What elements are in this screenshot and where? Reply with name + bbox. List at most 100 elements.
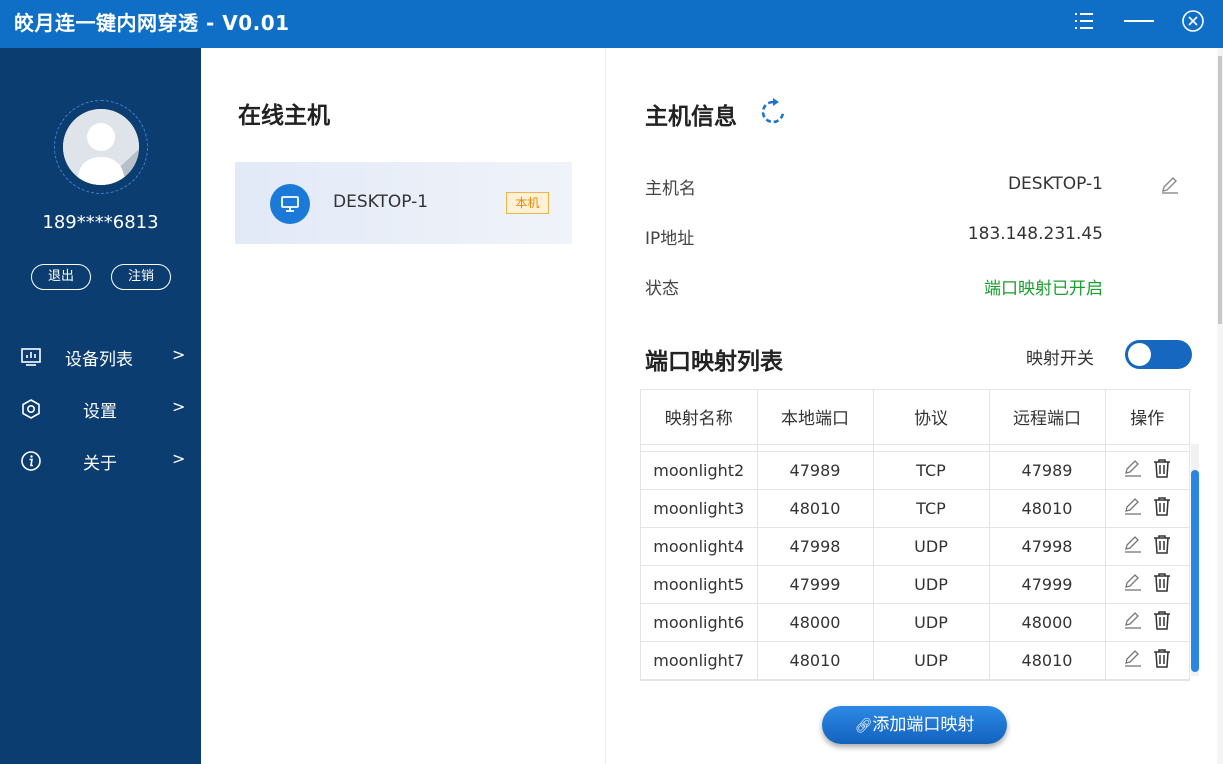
trash-icon[interactable] xyxy=(1153,496,1171,520)
table-row: moonlight7 48010 UDP 48010 xyxy=(641,641,1189,680)
sidebar-item-label: 设置 xyxy=(83,402,117,422)
mapping-name-cell: moonlight6 xyxy=(641,603,758,642)
table-row: moonlight2 47989 TCP 47989 xyxy=(641,451,1189,490)
actions-cell xyxy=(1105,451,1189,490)
avatar-ring xyxy=(54,100,148,194)
user-phone: 189****6813 xyxy=(42,212,159,233)
avatar[interactable] xyxy=(63,109,139,185)
sidebar-item-about[interactable]: 关于 > xyxy=(0,440,201,480)
title-bar: 皎月连一键内网穿透 - V0.01 xyxy=(0,0,1223,48)
actions-cell xyxy=(1105,527,1189,566)
remote-port-cell: 48010 xyxy=(989,641,1106,680)
mapping-name-cell: moonlight7 xyxy=(641,641,758,680)
edit-icon[interactable] xyxy=(1123,458,1143,482)
protocol-cell: UDP xyxy=(873,641,990,680)
add-port-mapping-button[interactable]: 🔗︎添加端口映射 xyxy=(822,706,1007,744)
edit-icon[interactable] xyxy=(1123,648,1143,672)
menu-icon[interactable] xyxy=(1069,6,1099,36)
local-port-cell: 47989 xyxy=(757,451,874,490)
hostname-label: 主机名 xyxy=(645,179,696,199)
link-icon: 🔗︎ xyxy=(854,718,873,734)
local-port-cell: 48000 xyxy=(757,603,874,642)
deregister-button[interactable]: 注销 xyxy=(111,264,171,290)
remote-port-cell: 48010 xyxy=(989,489,1106,528)
window-scrollbar[interactable] xyxy=(1217,48,1223,764)
status-value: 端口映射已开启 xyxy=(984,279,1103,299)
protocol-cell: TCP xyxy=(873,451,990,490)
host-info-title: 主机信息 xyxy=(645,104,737,130)
toggle-knob xyxy=(1128,343,1151,366)
actions-cell xyxy=(1105,641,1189,680)
trash-icon[interactable] xyxy=(1153,648,1171,672)
monitor-icon xyxy=(270,184,310,224)
refresh-icon[interactable] xyxy=(759,98,787,130)
trash-icon[interactable] xyxy=(1153,534,1171,558)
window-title: 皎月连一键内网穿透 - V0.01 xyxy=(14,11,290,35)
sidebar: 189****6813 退出 注销 设备列表 > 设置 > 关于 > xyxy=(0,48,201,764)
close-icon[interactable] xyxy=(1178,6,1208,36)
scrollbar-thumb[interactable] xyxy=(1191,470,1199,672)
trash-icon[interactable] xyxy=(1153,572,1171,596)
monitor-chart-icon xyxy=(20,346,42,368)
table-header-row: 映射名称 本地端口 协议 远程端口 操作 xyxy=(641,390,1189,445)
edit-icon[interactable] xyxy=(1123,496,1143,520)
sidebar-item-label: 关于 xyxy=(83,454,117,474)
edit-icon[interactable] xyxy=(1123,534,1143,558)
sidebar-item-label: 设备列表 xyxy=(65,350,133,370)
local-port-cell: 47998 xyxy=(757,527,874,566)
column-header: 本地端口 xyxy=(757,390,874,445)
actions-cell xyxy=(1105,565,1189,604)
sidebar-item-settings[interactable]: 设置 > xyxy=(0,388,201,428)
minimize-icon[interactable] xyxy=(1124,6,1154,36)
chevron-right-icon: > xyxy=(172,345,186,364)
table-row: moonlight4 47998 UDP 47998 xyxy=(641,527,1189,566)
local-port-cell: 47999 xyxy=(757,565,874,604)
table-row-partial xyxy=(641,444,1189,452)
protocol-cell: UDP xyxy=(873,603,990,642)
column-header: 操作 xyxy=(1105,390,1189,445)
mapping-name-cell: moonlight5 xyxy=(641,565,758,604)
add-button-label: 添加端口映射 xyxy=(872,715,975,735)
host-name: DESKTOP-1 xyxy=(333,192,429,212)
hexagon-settings-icon xyxy=(20,398,42,420)
remote-port-cell: 47989 xyxy=(989,451,1106,490)
window-scrollbar-thumb[interactable] xyxy=(1218,56,1222,324)
status-label: 状态 xyxy=(645,279,679,299)
ip-value: 183.148.231.45 xyxy=(967,224,1103,244)
mapping-table: 映射名称 本地端口 协议 远程端口 操作 moonlight2 47989 TC… xyxy=(640,389,1190,681)
mapping-name-cell: moonlight4 xyxy=(641,527,758,566)
remote-port-cell: 48000 xyxy=(989,603,1106,642)
local-port-cell: 48010 xyxy=(757,641,874,680)
info-icon xyxy=(20,450,42,472)
table-row: moonlight5 47999 UDP 47999 xyxy=(641,565,1189,604)
actions-cell xyxy=(1105,489,1189,528)
chevron-right-icon: > xyxy=(172,397,186,416)
ip-label: IP地址 xyxy=(645,229,695,249)
protocol-cell: UDP xyxy=(873,527,990,566)
table-scrollbar[interactable] xyxy=(1191,444,1199,676)
protocol-cell: UDP xyxy=(873,565,990,604)
table-row: moonlight3 48010 TCP 48010 xyxy=(641,489,1189,528)
logout-button[interactable]: 退出 xyxy=(31,264,91,290)
remote-port-cell: 47999 xyxy=(989,565,1106,604)
mapping-list-title: 端口映射列表 xyxy=(645,349,783,375)
mapping-name-cell: moonlight2 xyxy=(641,451,758,490)
trash-icon[interactable] xyxy=(1153,458,1171,482)
local-port-cell: 48010 xyxy=(757,489,874,528)
edit-icon[interactable] xyxy=(1123,610,1143,634)
mapping-toggle[interactable] xyxy=(1125,340,1192,369)
local-host-badge: 本机 xyxy=(506,192,549,214)
trash-icon[interactable] xyxy=(1153,610,1171,634)
online-hosts-panel: 在线主机 DESKTOP-1 本机 xyxy=(201,48,606,764)
mapping-name-cell: moonlight3 xyxy=(641,489,758,528)
protocol-cell: TCP xyxy=(873,489,990,528)
column-header: 远程端口 xyxy=(989,390,1106,445)
table-row: moonlight6 48000 UDP 48000 xyxy=(641,603,1189,642)
edit-hostname-icon[interactable] xyxy=(1159,174,1181,200)
host-list-item[interactable]: DESKTOP-1 本机 xyxy=(235,162,572,244)
sidebar-item-devices[interactable]: 设备列表 > xyxy=(0,336,201,376)
host-info-panel: 主机信息 主机名 DESKTOP-1 IP地址 183.148.231.45 状… xyxy=(607,48,1223,764)
chevron-right-icon: > xyxy=(172,449,186,468)
edit-icon[interactable] xyxy=(1123,572,1143,596)
mapping-toggle-label: 映射开关 xyxy=(1026,349,1094,369)
